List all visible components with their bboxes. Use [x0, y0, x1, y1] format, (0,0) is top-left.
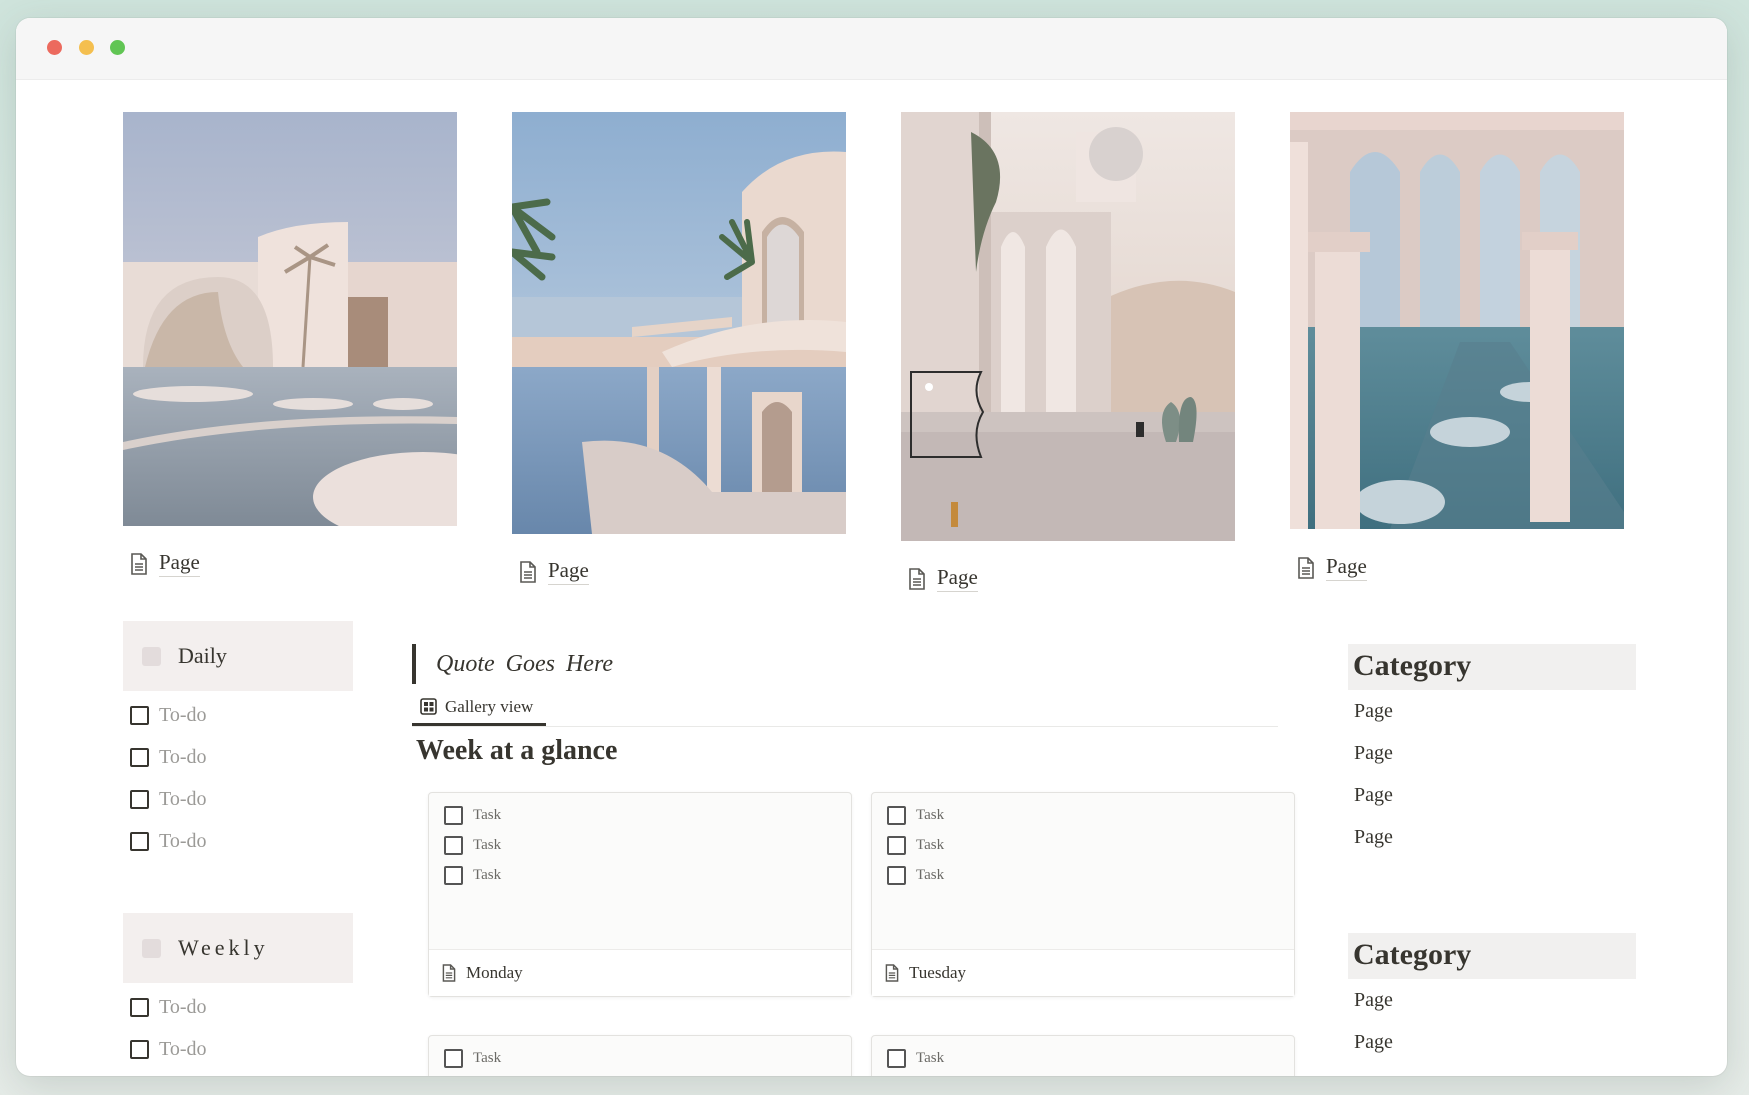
- page-icon: [131, 552, 147, 575]
- task-item[interactable]: Task: [444, 806, 501, 825]
- todo-label: To-do: [159, 788, 207, 810]
- weekly-heading: Weekly: [123, 913, 353, 983]
- day-card-monday[interactable]: Task Task Task Monday: [428, 792, 852, 997]
- task-item[interactable]: Task: [887, 1049, 944, 1068]
- maximize-window-button[interactable]: [110, 40, 125, 55]
- task-checkbox[interactable]: [444, 866, 463, 885]
- category-page-link[interactable]: Page: [1354, 1031, 1393, 1054]
- weekly-title: Weekly: [178, 935, 269, 960]
- task-label: Task: [473, 867, 502, 883]
- gallery-cover-image-4[interactable]: [1290, 112, 1624, 529]
- day-card[interactable]: Task: [871, 1035, 1295, 1076]
- daily-title: Daily: [178, 643, 227, 668]
- day-card[interactable]: Task: [428, 1035, 852, 1076]
- daily-heading: Daily: [123, 621, 353, 691]
- todo-checkbox[interactable]: [130, 748, 149, 767]
- task-checkbox[interactable]: [887, 806, 906, 825]
- quote-block: Quote Goes Here: [412, 644, 613, 684]
- category-page-link[interactable]: Page: [1354, 742, 1393, 765]
- category-page-link[interactable]: Page: [1354, 700, 1393, 723]
- category-page-link[interactable]: Page: [1354, 989, 1393, 1012]
- daily-todo-item[interactable]: To-do: [130, 830, 206, 853]
- task-item[interactable]: Task: [887, 836, 944, 855]
- section-heading: Week at a glance: [416, 735, 618, 766]
- page-content: Page Page Page Page Daily To-do To-do To…: [16, 80, 1727, 1076]
- task-item[interactable]: Task: [887, 866, 944, 885]
- task-checkbox[interactable]: [444, 1049, 463, 1068]
- gallery-card-title: Page: [1326, 554, 1367, 581]
- page-icon: [520, 560, 536, 583]
- category-heading: Category: [1348, 644, 1636, 690]
- gallery-cover-image-1[interactable]: [123, 112, 457, 526]
- task-checkbox[interactable]: [887, 866, 906, 885]
- gallery-card-label-1[interactable]: Page: [129, 550, 200, 577]
- todo-checkbox[interactable]: [130, 1040, 149, 1059]
- todo-label: To-do: [159, 1038, 207, 1060]
- gallery-card-title: Page: [159, 550, 200, 577]
- page-icon: [909, 567, 925, 590]
- gallery-card-title: Page: [937, 565, 978, 592]
- gallery-card-label-3[interactable]: Page: [907, 565, 978, 592]
- daily-todo-item[interactable]: To-do: [130, 704, 206, 727]
- weekly-todo-item[interactable]: To-do: [130, 996, 206, 1019]
- tab-gallery-view[interactable]: Gallery view: [412, 690, 546, 726]
- title-bar: [16, 18, 1727, 80]
- task-checkbox[interactable]: [887, 836, 906, 855]
- gallery-card-label-4[interactable]: Page: [1296, 554, 1367, 581]
- daily-todo-item[interactable]: To-do: [130, 788, 206, 811]
- minimize-window-button[interactable]: [79, 40, 94, 55]
- task-label: Task: [473, 837, 502, 853]
- day-card-footer: Monday: [429, 949, 851, 996]
- task-checkbox[interactable]: [887, 1049, 906, 1068]
- page-icon: [885, 964, 899, 982]
- weekly-callout-icon: [142, 938, 161, 958]
- task-label: Task: [473, 1050, 502, 1066]
- gallery-cover-image-2[interactable]: [512, 112, 846, 534]
- gallery-card-title: Page: [548, 558, 589, 585]
- category-heading: Category: [1348, 933, 1636, 979]
- task-checkbox[interactable]: [444, 806, 463, 825]
- page-icon: [442, 964, 456, 982]
- task-label: Task: [916, 1050, 945, 1066]
- gallery-view-icon: [420, 698, 437, 715]
- tab-divider: [412, 726, 1278, 727]
- task-item[interactable]: Task: [444, 836, 501, 855]
- day-card-tuesday[interactable]: Task Task Task Tuesday: [871, 792, 1295, 997]
- task-checkbox[interactable]: [444, 836, 463, 855]
- gallery-cover-image-3[interactable]: [901, 112, 1235, 541]
- todo-checkbox[interactable]: [130, 790, 149, 809]
- task-label: Task: [916, 867, 945, 883]
- task-item[interactable]: Task: [444, 1049, 501, 1068]
- todo-label: To-do: [159, 746, 207, 768]
- tab-label: Gallery view: [445, 696, 534, 716]
- todo-checkbox[interactable]: [130, 998, 149, 1017]
- category-page-link[interactable]: Page: [1354, 784, 1393, 807]
- todo-checkbox[interactable]: [130, 832, 149, 851]
- gallery-card-label-2[interactable]: Page: [518, 558, 589, 585]
- day-card-footer: Tuesday: [872, 949, 1294, 996]
- task-item[interactable]: Task: [887, 806, 944, 825]
- todo-label: To-do: [159, 996, 207, 1018]
- page-icon: [1298, 556, 1314, 579]
- day-name: Monday: [466, 963, 523, 982]
- todo-label: To-do: [159, 704, 207, 726]
- app-window: Page Page Page Page Daily To-do To-do To…: [16, 18, 1727, 1076]
- close-window-button[interactable]: [47, 40, 62, 55]
- daily-callout-icon: [142, 646, 161, 666]
- weekly-todo-item[interactable]: To-do: [130, 1038, 206, 1061]
- daily-todo-item[interactable]: To-do: [130, 746, 206, 769]
- day-name: Tuesday: [909, 963, 966, 982]
- category-page-link[interactable]: Page: [1354, 826, 1393, 849]
- task-label: Task: [473, 807, 502, 823]
- task-label: Task: [916, 807, 945, 823]
- todo-label: To-do: [159, 830, 207, 852]
- task-item[interactable]: Task: [444, 866, 501, 885]
- todo-checkbox[interactable]: [130, 706, 149, 725]
- task-label: Task: [916, 837, 945, 853]
